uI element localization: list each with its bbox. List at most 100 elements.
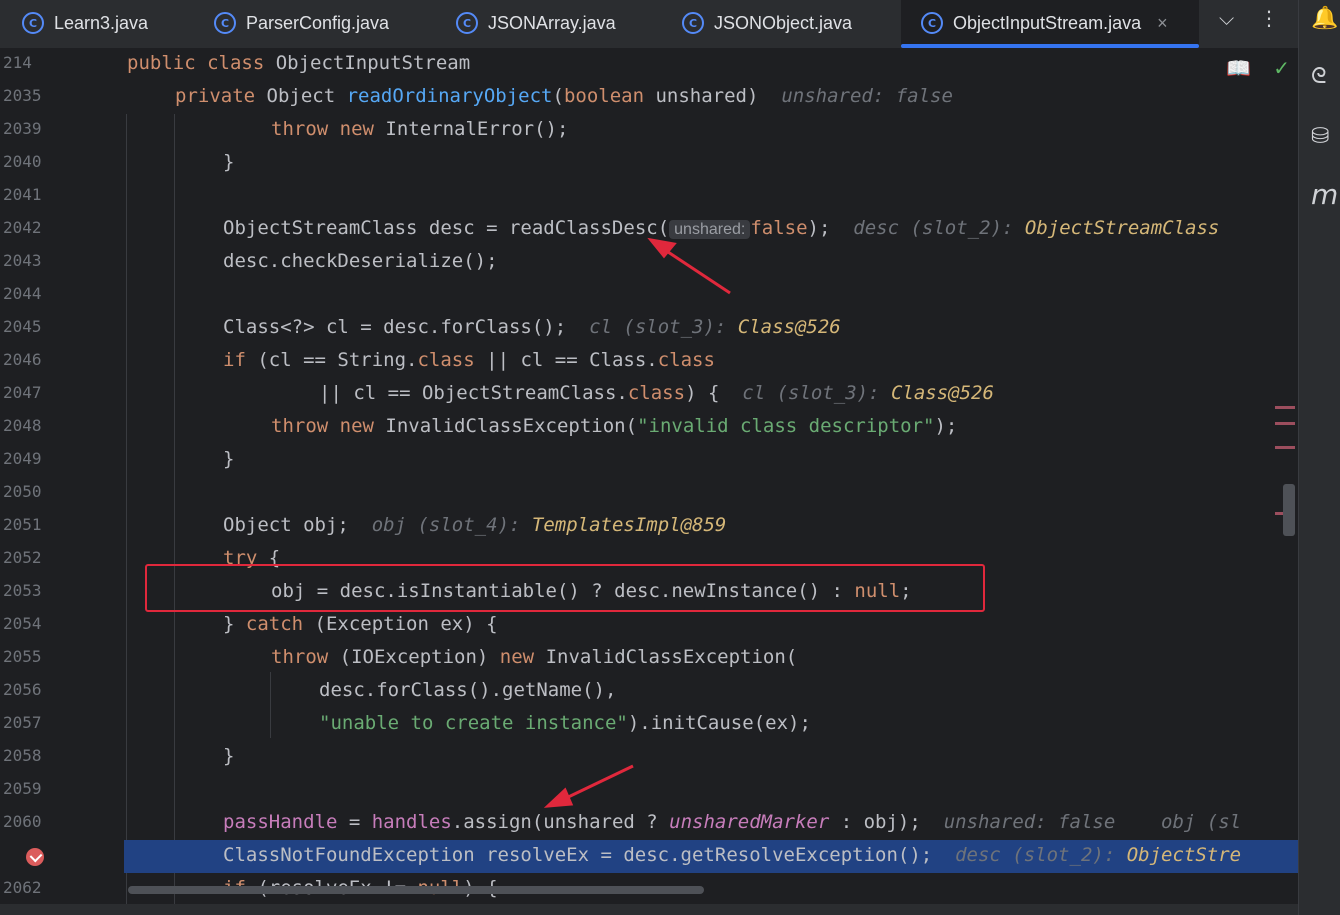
sticky-line: 214 public class ObjectInputStream — [0, 48, 1298, 81]
database-icon[interactable]: ⛁ — [1311, 124, 1329, 149]
breakpoint-icon[interactable] — [26, 848, 44, 866]
code-text: throw new InvalidClassException("invalid… — [271, 415, 958, 437]
code-line: 2049 } — [0, 444, 1298, 477]
sticky-line: 2035 private Object readOrdinaryObject(b… — [0, 81, 1298, 114]
horizontal-scrollbar[interactable] — [128, 886, 704, 894]
inline-debug-label: obj (slot_4): — [371, 514, 532, 536]
inline-debug-label: cl (slot_3): — [742, 382, 891, 404]
chevron-down-icon[interactable]: ⌵ — [1219, 6, 1234, 30]
line-number: 2062 — [3, 878, 42, 897]
tab-label: ParserConfig.java — [246, 12, 390, 33]
code-line: 2058 } — [0, 741, 1298, 774]
tab-learn3[interactable]: C Learn3.java — [22, 0, 148, 46]
code-line: 2050 — [0, 477, 1298, 510]
vertical-scrollbar[interactable] — [1283, 484, 1295, 536]
close-icon[interactable]: × — [1157, 13, 1168, 34]
code-text: private Object readOrdinaryObject(boolea… — [175, 85, 953, 107]
line-number: 2048 — [3, 416, 42, 435]
line-number: 2060 — [3, 812, 42, 831]
line-number: 2055 — [3, 647, 42, 666]
code-text: } — [223, 745, 235, 767]
code-editor[interactable]: 214 public class ObjectInputStream 2035 … — [0, 48, 1298, 904]
line-number: 2047 — [3, 383, 42, 402]
code-text: Class<?> cl = desc.forClass(); cl (slot_… — [223, 316, 841, 338]
class-icon: C — [682, 12, 704, 34]
line-number: 2058 — [3, 746, 42, 765]
code-text: throw new InternalError(); — [271, 118, 569, 140]
tab-jsonobject[interactable]: C JSONObject.java — [682, 0, 852, 46]
line-number: 2046 — [3, 350, 42, 369]
code-line: 2046 if (cl == String.class || cl == Cla… — [0, 345, 1298, 378]
line-number: 2043 — [3, 251, 42, 270]
line-number: 2056 — [3, 680, 42, 699]
line-number: 2053 — [3, 581, 42, 600]
more-vertical-icon[interactable]: ⋮ — [1259, 6, 1279, 30]
code-text: passHandle = handles.assign(unshared ? u… — [223, 811, 1242, 833]
tab-label: JSONObject.java — [714, 12, 853, 33]
tab-label: ObjectInputStream.java — [953, 12, 1142, 33]
code-line: 2042 ObjectStreamClass desc = readClassD… — [0, 213, 1298, 246]
code-line: 2043 desc.checkDeserialize(); — [0, 246, 1298, 279]
inline-debug-value: ObjectStre — [1126, 844, 1242, 866]
code-line: 2047 || cl == ObjectStreamClass.class) {… — [0, 378, 1298, 411]
bell-icon[interactable]: 🔔 — [1311, 6, 1338, 31]
code-text: if (cl == String.class || cl == Class.cl… — [223, 349, 715, 371]
line-number: 2054 — [3, 614, 42, 633]
line-number: 2035 — [3, 86, 42, 105]
line-number: 2039 — [3, 119, 42, 138]
check-icon[interactable]: ✓ — [1273, 56, 1290, 80]
code-text: public class ObjectInputStream — [127, 52, 471, 74]
code-line: 2048 throw new InvalidClassException("in… — [0, 411, 1298, 444]
code-line: 2057 "unable to create instance").initCa… — [0, 708, 1298, 741]
class-icon: C — [921, 12, 943, 34]
inline-debug-label: cl (slot_3): — [589, 316, 738, 338]
inline-debug-value: Class@526 — [890, 382, 994, 404]
inline-debug-value: obj (sl — [1161, 811, 1242, 833]
tab-label: Learn3.java — [54, 12, 149, 33]
editor-tab-bar: C Learn3.java C ParserConfig.java C JSON… — [0, 0, 1298, 49]
code-line: 2040 } — [0, 147, 1298, 180]
code-text: "unable to create instance").initCause(e… — [319, 712, 811, 734]
line-number: 2044 — [3, 284, 42, 303]
code-text: } — [223, 448, 235, 470]
line-number: 2050 — [3, 482, 42, 501]
error-stripe-mark — [1275, 406, 1295, 409]
tab-label: JSONArray.java — [488, 12, 616, 33]
line-number: 2041 — [3, 185, 42, 204]
line-number: 2057 — [3, 713, 42, 732]
code-text: throw (IOException) new InvalidClassExce… — [271, 646, 798, 668]
maven-icon[interactable]: m — [1311, 178, 1338, 211]
code-line: 2041 — [0, 180, 1298, 213]
parameter-hint: unshared: — [669, 220, 751, 239]
code-line: 2060 passHandle = handles.assign(unshare… — [0, 807, 1298, 840]
class-icon: C — [214, 12, 236, 34]
line-number: 214 — [3, 53, 32, 72]
line-number: 2042 — [3, 218, 42, 237]
code-text: } catch (Exception ex) { — [223, 613, 498, 635]
class-icon: C — [22, 12, 44, 34]
code-line: 2056 desc.forClass().getName(), — [0, 675, 1298, 708]
code-line: 2054 } catch (Exception ex) { — [0, 609, 1298, 642]
tab-objectinputstream[interactable]: C ObjectInputStream.java × — [901, 0, 1199, 48]
code-line: 2039 throw new InternalError(); — [0, 114, 1298, 147]
line-number: 2059 — [3, 779, 42, 798]
ai-assistant-icon[interactable]: ᘓ — [1311, 64, 1327, 89]
inline-debug-label: desc (slot_2): — [955, 844, 1127, 866]
code-line: 2055 throw (IOException) new InvalidClas… — [0, 642, 1298, 675]
inline-debug-value: unshared: false — [943, 811, 1116, 833]
code-text: Object obj; obj (slot_4): TemplatesImpl@… — [223, 514, 727, 536]
reader-mode-icon[interactable]: 📖 — [1226, 56, 1251, 80]
line-number: 2049 — [3, 449, 42, 468]
tab-jsonarray[interactable]: C JSONArray.java — [456, 0, 616, 46]
code-text: ClassNotFoundException resolveEx = desc.… — [223, 844, 1242, 866]
code-text: || cl == ObjectStreamClass.class) { cl (… — [319, 382, 994, 404]
line-number: 2045 — [3, 317, 42, 336]
status-bar — [0, 904, 1298, 915]
code-line: 2045 Class<?> cl = desc.forClass(); cl (… — [0, 312, 1298, 345]
code-text: desc.checkDeserialize(); — [223, 250, 498, 272]
line-number: 2052 — [3, 548, 42, 567]
code-text: ObjectStreamClass desc = readClassDesc(u… — [223, 217, 1220, 239]
error-stripe-mark — [1275, 422, 1295, 425]
inline-debug-value: TemplatesImpl@859 — [531, 514, 727, 536]
tab-parserconfig[interactable]: C ParserConfig.java — [214, 0, 389, 46]
